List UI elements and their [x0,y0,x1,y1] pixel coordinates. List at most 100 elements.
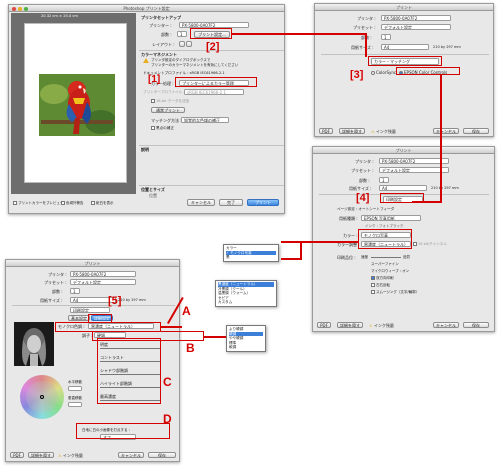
highlight-color-and-mono [358,229,412,249]
title-bar: Photoshop プリント設定 [9,5,284,12]
tone-color-wheel[interactable] [20,375,64,419]
hide-details-button[interactable]: 詳細を隠す [339,128,365,134]
cancel-button[interactable]: キャンセル [118,452,144,458]
speed-label: 速度 [361,255,368,259]
step-2-label: [2] [206,41,220,53]
bidirectional-checkbox[interactable]: 双方向印刷 [371,276,394,281]
paper-size-select[interactable]: A4 [381,44,429,50]
print-button[interactable]: プリント [247,199,279,206]
tone-crosshair[interactable] [40,395,44,399]
step-3-label: [3] [350,69,364,81]
preset-select[interactable]: デフォルト設定 [381,24,451,30]
step-4-label: [4] [356,192,370,204]
media-type-label: 用紙種類 : [339,216,358,221]
normal-print-select[interactable]: 通常プリント [151,107,185,113]
parrot-photo [39,74,115,136]
horizontal-label: 水平移動 [68,380,82,384]
copies-input[interactable]: 1 [70,288,80,294]
sixteen-bit-checkbox[interactable]: 16 bit/チャンネル [413,242,447,247]
window-title: プリント [84,261,101,266]
preset-select[interactable]: デフォルト設定 [70,279,136,285]
layout-landscape-button[interactable] [186,41,192,47]
pdf-menu-button[interactable]: PDF [317,322,331,328]
horizontal-input[interactable] [68,386,82,391]
settings-panel-select[interactable]: 印刷設定 [70,307,110,313]
preview-size-label: 20.32 cm × 25.4 cm [41,14,78,18]
window-controls[interactable] [12,6,28,11]
preset-select[interactable]: デフォルト設定 [379,167,449,173]
title-bar: プリント [6,260,179,267]
popup-item-black[interactable]: 黒 [226,255,276,260]
copies-input[interactable]: 1 [177,31,187,37]
position-label: 位置 [149,193,157,198]
copies-input[interactable]: 1 [379,177,389,183]
layout-portrait-button[interactable] [179,41,185,47]
paper-dimensions: 210 by 297 mm [433,45,461,49]
print-button[interactable]: 保存 [148,452,176,458]
color-adjust-label: カラー調整 : [337,242,360,247]
mirror-checkbox[interactable]: 左右反転 [371,283,390,288]
page-setup-label: ページ設定 : オートシートフィーダ [337,207,395,211]
ink-level-link[interactable]: ⚠ インク残量 [58,453,83,459]
pdf-menu-button[interactable]: PDF [319,128,333,134]
hide-details-button[interactable]: 詳細を隠す [28,452,54,458]
popup-item-soft[interactable]: 軟調 [229,345,263,350]
highlight-print-settings [190,28,232,39]
printer-label: プリンタ : [48,272,67,277]
pdf-menu-button[interactable]: PDF [10,452,24,458]
rendering-intent-select[interactable]: 知覚的な色域の補正 [181,117,229,123]
highlight-sliders [97,338,161,404]
highlight-color-matching [368,56,442,66]
connector-3 [440,74,442,202]
copies-label: 部数 : [161,32,172,37]
printer-select[interactable]: PX-5800-0A07F2 [381,15,451,21]
ink-level-link[interactable]: ⚠ インク残量 [369,323,394,329]
highlight-white-area [76,423,170,439]
send-16bit-checkbox[interactable]: 16-bit データを送信 [151,99,189,104]
window-title: プリント [395,148,412,153]
highlight-color-handling [175,77,257,87]
printer-profile-label: プリンタープロファイル : [143,90,185,94]
printer-select[interactable]: PX-5800-0A07F2 [70,271,136,277]
popup-item-custom[interactable]: カスタム [218,300,274,305]
printer-profile-select: sRGB IEC61966-2.1 [184,89,244,95]
mono-tone-popup: 黒濃度（ニュートラル） 冷黒調（クール） 温黒調（ウォーム） セピア カスタム [215,280,277,307]
paper-size-select[interactable]: A4 [379,185,427,191]
printer-select[interactable]: PX-5800-0A07F2 [379,158,449,164]
print-preview-panel: 20.32 cm × 25.4 cm [11,13,136,194]
copies-label: 部数 : [52,289,63,294]
print-button[interactable]: 保存 [463,322,489,328]
copies-input[interactable]: 1 [381,34,391,40]
cancel-button[interactable]: キャンセル [433,322,459,328]
vertical-label: 垂直移動 [68,396,82,400]
super-fine-label: スーパーファイン [371,262,399,266]
printer-label: プリンター : [149,23,172,28]
done-button[interactable]: 完了 [219,199,243,206]
vertical-input[interactable] [68,402,82,407]
step-1-label: [1] [148,74,161,85]
annotation-B: B [186,341,195,355]
quality-slider[interactable] [371,257,401,258]
ink-level-link[interactable]: ⚠ インク残量 [371,129,396,135]
cancel-button[interactable]: キャンセル [433,128,459,134]
title-bar: プリント [313,147,494,154]
printer-label: プリンタ : [357,16,376,21]
gamut-warning-checkbox[interactable]: 色域外警告 [61,201,84,206]
black-point-checkbox[interactable]: 黒点の補正 [151,126,174,131]
preview-color-checkbox[interactable]: プリントカラーをプレビュー [13,201,64,206]
paper-size-label: 用紙サイズ : [40,298,63,303]
microweave-label: マイクロウィーブ : オン [371,269,410,273]
colorsync-radio[interactable]: ColorSync [371,70,396,75]
copies-label: 部数 : [359,178,370,183]
basic-settings-tab[interactable]: 基本設定 [68,315,90,321]
cancel-button[interactable]: キャンセル [187,199,215,206]
color-label: カラー : [343,233,358,238]
media-type-select[interactable]: EPSON 写真用紙 [361,215,421,221]
smoothing-checkbox[interactable]: スムージング（文字/輪郭） [371,290,419,295]
window-title: プリント [396,5,412,10]
print-button[interactable]: 保存 [463,128,489,134]
hide-details-button[interactable]: 詳細を隠す [337,322,363,328]
print-quality-label: 印刷品位 : [337,255,356,260]
paper-white-checkbox[interactable]: 紙白を表示 [91,201,114,206]
connector-2 [232,33,366,35]
